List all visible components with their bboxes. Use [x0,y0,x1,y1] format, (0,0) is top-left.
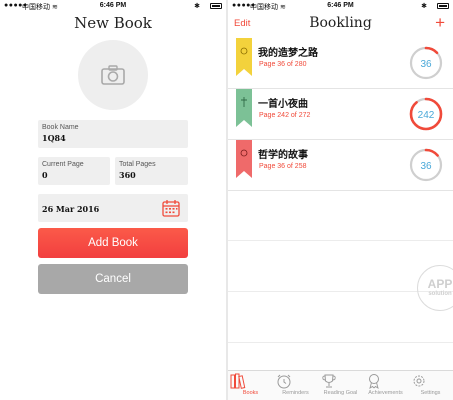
ring-value: 242 [418,110,435,121]
book-row[interactable]: 一首小夜曲 Page 242 of 272 242 [228,89,453,140]
book-page-text: Page 242 of 272 [259,112,311,119]
tab-bar: Books Reminders Reading Goal Achievement… [228,370,453,400]
current-page-value: 0 [42,170,48,180]
total-pages-label: Total Pages [119,161,156,168]
status-bar: ●●●●● 中国移动 ≋ 6:46 PM ✱ [0,0,226,12]
status-time: 6:46 PM [99,2,127,9]
total-pages-field[interactable]: Total Pages 360 [115,157,188,185]
book-page-text: Page 36 of 258 [259,163,307,170]
status-time: 6:46 PM [327,2,354,9]
tab-settings[interactable]: Settings [408,373,453,396]
alarm-clock-icon [277,374,291,389]
tab-label: Settings [420,390,441,396]
book-title: 一首小夜曲 [258,99,308,110]
new-book-screen: ●●●●● 中国移动 ≋ 6:46 PM ✱ New Book Book Nam… [0,0,226,400]
cancel-button[interactable]: Cancel [38,264,188,294]
add-book-button[interactable]: Add Book [38,228,188,258]
bluetooth-icon: ✱ [421,3,427,10]
tab-reminders[interactable]: Reminders [273,373,318,396]
total-pages-value: 360 [119,170,136,180]
tab-label: Books [242,390,259,396]
book-page-text: Page 36 of 280 [259,61,307,68]
progress-ring: 36 [409,46,443,80]
progress-ring: 242 [409,97,443,131]
ring-value: 36 [420,161,432,172]
ribbon-bookmark [236,140,252,178]
progress-ring: 36 [409,148,443,182]
watermark-logo: APP solution [417,265,453,311]
tab-label: Achievements [368,390,403,396]
add-button[interactable]: + [435,13,445,33]
tab-reading-goal[interactable]: Reading Goal [318,373,363,396]
battery-icon [210,3,222,9]
current-page-label: Current Page [42,161,84,168]
book-name-value: 1Q84 [42,133,66,143]
book-title: 哲学的故事 [258,150,308,161]
books-icon [230,373,246,389]
medal-icon [369,374,379,389]
list-separator [228,342,453,343]
book-name-label: Book Name [42,124,79,131]
ribbon-bookmark [236,38,252,76]
app-title: Bookling [309,15,372,31]
ring-value: 36 [420,59,432,70]
book-cover-picker[interactable] [78,40,148,110]
date-value: 26 Mar 2016 [42,204,100,214]
book-row[interactable]: 哲学的故事 Page 36 of 258 36 [228,140,453,191]
status-bar: ●●●●● 中国移动 ≋ 6:46 PM ✱ [228,0,453,12]
nav-bar: Edit Bookling + [228,12,453,38]
trophy-icon [322,374,336,388]
battery-icon [437,3,449,9]
camera-icon [101,65,125,85]
page-title: New Book [74,14,152,32]
gear-icon [413,375,425,387]
book-name-field[interactable]: Book Name 1Q84 [38,120,188,148]
bluetooth-icon: ✱ [194,3,200,10]
current-page-field[interactable]: Current Page 0 [38,157,110,185]
ribbon-bookmark [236,89,252,127]
tab-label: Reading Goal [323,390,358,396]
tab-books[interactable]: Books [228,373,273,396]
tab-achievements[interactable]: Achievements [363,373,408,396]
book-row[interactable]: 我的造梦之路 Page 36 of 280 36 [228,38,453,89]
tab-label: Reminders [282,390,309,396]
list-separator [228,240,453,241]
bookling-screen: ●●●●● 中国移动 ≋ 6:46 PM ✱ Edit Bookling + 我… [228,0,453,400]
date-field[interactable]: 26 Mar 2016 [38,194,188,222]
calendar-icon[interactable] [162,199,180,217]
book-title: 我的造梦之路 [258,48,318,59]
